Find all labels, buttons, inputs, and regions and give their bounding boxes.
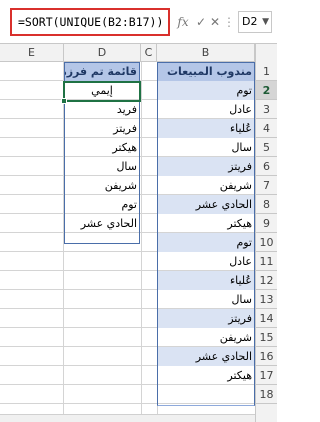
row-header-8[interactable]: 8 [255,195,277,214]
more-options-icon[interactable]: ⋮ [222,12,236,32]
row-header-14[interactable]: 14 [255,309,277,328]
row-header-1[interactable]: 1 [255,62,277,81]
row-header-17[interactable]: 17 [255,366,277,385]
formula-input[interactable]: =SORT(UNIQUE(B2:B17)) [10,8,170,36]
row-header-7[interactable]: 7 [255,176,277,195]
chevron-down-icon[interactable]: ▼ [262,12,269,32]
row-header-16[interactable]: 16 [255,347,277,366]
column-header-c[interactable]: C [141,44,157,62]
row-header-12[interactable]: 12 [255,271,277,290]
sales-rep-table-border [157,62,255,406]
column-header-b[interactable]: B [157,44,255,62]
row-header-10[interactable]: 10 [255,233,277,252]
row-header-13[interactable]: 13 [255,290,277,309]
row-header-5[interactable]: 5 [255,138,277,157]
row-header-4[interactable]: 4 [255,119,277,138]
row-header-9[interactable]: 9 [255,214,277,233]
fill-handle[interactable] [61,98,67,104]
active-cell-outline [63,81,141,102]
row-header-6[interactable]: 6 [255,157,277,176]
name-box[interactable]: D2 ▼ [238,11,272,33]
row-header-11[interactable]: 11 [255,252,277,271]
cancel-x-icon[interactable]: ✕ [208,12,222,32]
insert-function-icon[interactable]: fx [172,12,194,32]
row-header-15[interactable]: 15 [255,328,277,347]
column-header-d[interactable]: D [64,44,141,62]
column-header-e[interactable]: E [0,44,64,62]
horizontal-scrollbar[interactable] [0,414,255,422]
name-box-value: D2 [242,15,258,28]
row-header-3[interactable]: 3 [255,100,277,119]
enter-check-icon[interactable]: ✓ [194,12,208,32]
row-header-18[interactable]: 18 [255,385,277,404]
row-header-2[interactable]: 2 [255,81,277,100]
